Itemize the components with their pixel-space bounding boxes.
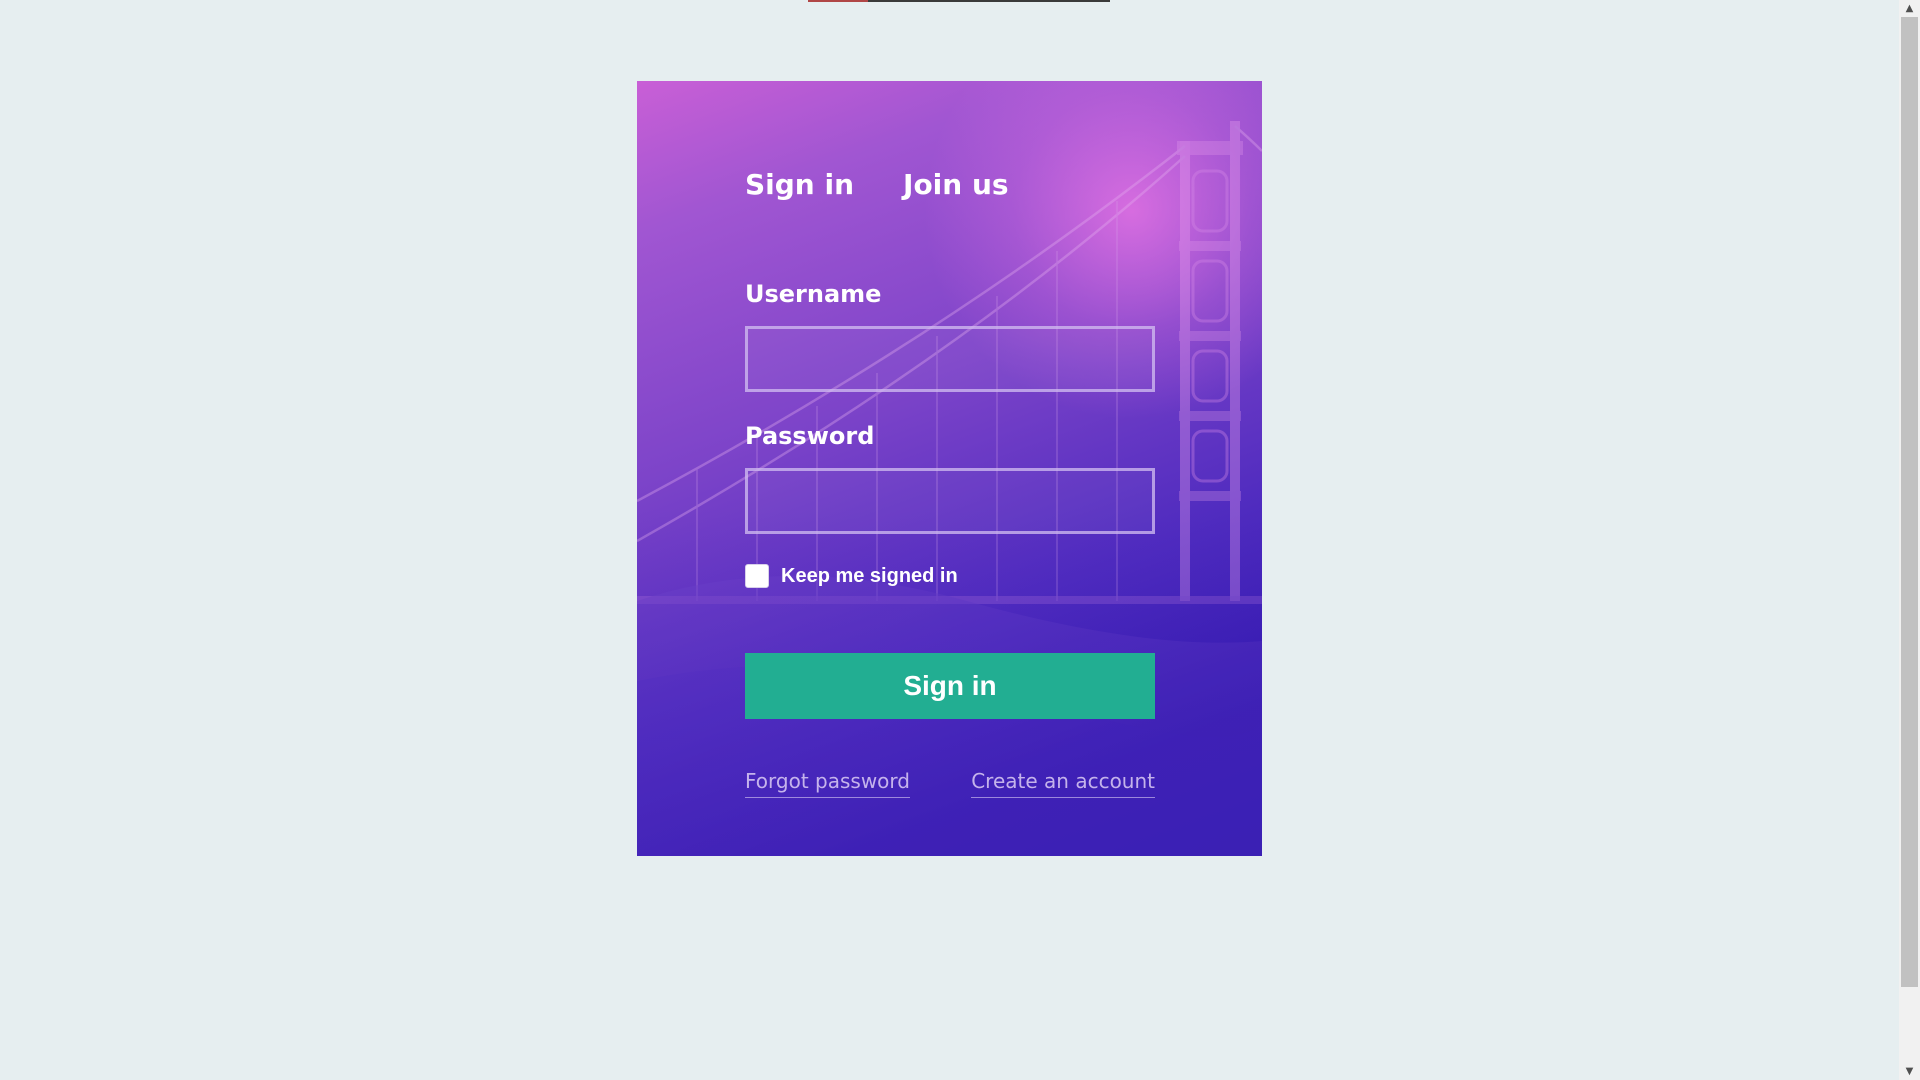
scrollbar-thumb[interactable] xyxy=(1901,17,1918,987)
create-account-link[interactable]: Create an account xyxy=(971,767,1155,798)
password-input[interactable] xyxy=(745,468,1155,534)
top-progress-bar-segment xyxy=(808,0,868,2)
keep-signed-in-checkbox[interactable] xyxy=(745,564,769,588)
scroll-down-arrow-icon[interactable]: ▼ xyxy=(1899,1063,1920,1080)
sign-in-button[interactable]: Sign in xyxy=(745,653,1155,719)
footer-links: Forgot password Create an account xyxy=(745,767,1155,798)
username-label: Username xyxy=(745,280,882,308)
page-viewport: Sign in Join us Username Password Keep m… xyxy=(0,0,1899,1080)
password-label: Password xyxy=(745,422,875,450)
login-card: Sign in Join us Username Password Keep m… xyxy=(637,81,1262,856)
tab-join-us[interactable]: Join us xyxy=(903,165,1009,205)
scroll-up-arrow-icon[interactable]: ▲ xyxy=(1899,0,1920,17)
vertical-scrollbar[interactable]: ▲ ▼ xyxy=(1899,0,1920,1080)
tab-sign-in[interactable]: Sign in xyxy=(745,165,854,205)
forgot-password-link[interactable]: Forgot password xyxy=(745,767,910,798)
keep-signed-in-label[interactable]: Keep me signed in xyxy=(781,565,958,588)
top-progress-bar xyxy=(808,0,1110,2)
auth-tabs: Sign in Join us xyxy=(745,165,1009,205)
keep-signed-in-row[interactable]: Keep me signed in xyxy=(745,564,958,588)
username-input[interactable] xyxy=(745,326,1155,392)
